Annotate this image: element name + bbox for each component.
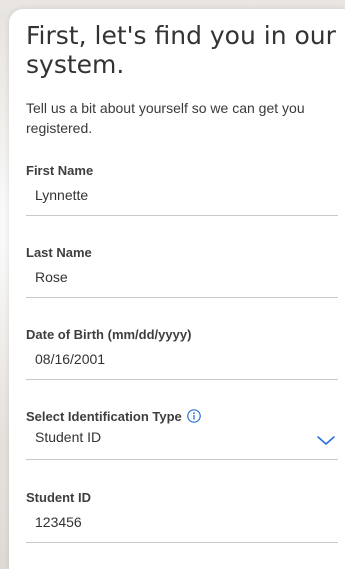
student-id-field[interactable]: Student ID 123456	[26, 488, 338, 543]
id-type-underline	[26, 459, 338, 460]
intro-text: Tell us a bit about yourself so we can g…	[26, 100, 305, 136]
id-type-label: Select Identification Type	[26, 408, 182, 424]
first-name-underline	[26, 215, 338, 216]
info-icon[interactable]	[186, 409, 201, 423]
student-id-input[interactable]: 123456	[26, 514, 338, 532]
chevron-down-icon[interactable]	[316, 433, 336, 447]
last-name-field[interactable]: Last Name Rose	[26, 243, 338, 298]
id-type-field[interactable]: Select Identification Type Student ID	[26, 407, 338, 460]
dob-label: Date of Birth (mm/dd/yyyy)	[26, 326, 192, 342]
page-title: First, let's find you in our system.	[26, 21, 336, 79]
registration-card: First, let's find you in our system. Tel…	[9, 9, 345, 569]
dob-input[interactable]: 08/16/2001	[26, 351, 338, 369]
first-name-input[interactable]: Lynnette	[26, 187, 338, 205]
last-name-label: Last Name	[26, 244, 92, 260]
first-name-field[interactable]: First Name Lynnette	[26, 161, 338, 216]
dob-underline	[26, 379, 338, 380]
id-type-selected-value: Student ID	[35, 429, 102, 445]
last-name-input[interactable]: Rose	[26, 269, 338, 287]
student-id-underline	[26, 542, 338, 543]
last-name-underline	[26, 297, 338, 298]
id-type-select[interactable]: Student ID	[26, 429, 338, 447]
student-id-label: Student ID	[26, 489, 91, 505]
dob-field[interactable]: Date of Birth (mm/dd/yyyy) 08/16/2001	[26, 325, 338, 380]
first-name-label: First Name	[26, 162, 94, 178]
id-type-label-row: Select Identification Type	[26, 407, 338, 425]
